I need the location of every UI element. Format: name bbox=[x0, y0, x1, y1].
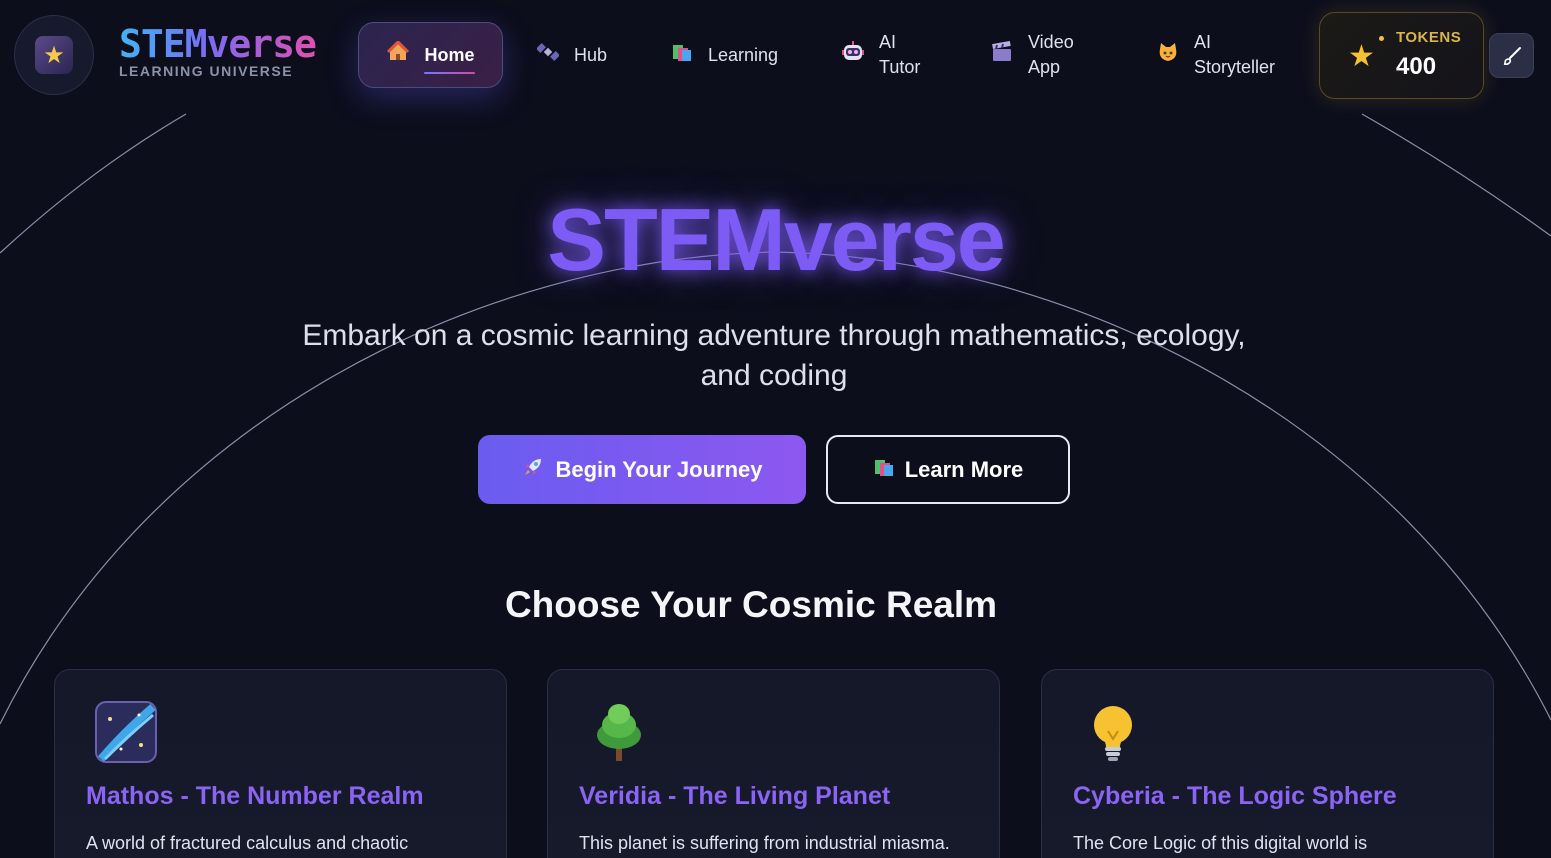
cat-icon bbox=[1156, 41, 1180, 70]
begin-journey-button[interactable]: Begin Your Journey bbox=[478, 435, 806, 504]
realm-card-veridia[interactable]: Veridia - The Living Planet This planet … bbox=[547, 669, 1000, 858]
star-icon: ★ bbox=[1348, 40, 1375, 73]
theme-brush-button[interactable] bbox=[1489, 33, 1534, 78]
begin-journey-label: Begin Your Journey bbox=[555, 456, 763, 482]
nav-item-label: Hub bbox=[574, 44, 608, 65]
tokens-display[interactable]: ★ TOKENS 400 bbox=[1319, 12, 1484, 99]
realms-heading: Choose Your Cosmic Realm bbox=[504, 584, 998, 625]
nav-item-hub[interactable]: Hub bbox=[536, 22, 607, 88]
nav-item-label: Home bbox=[424, 43, 475, 74]
top-navigation: ★ STEMverse LEARNING UNIVERSE Home Hub L… bbox=[0, 0, 1551, 112]
realm-card-mathos[interactable]: Mathos - The Number Realm A world of fra… bbox=[54, 669, 507, 858]
nav-item-home[interactable]: Home bbox=[358, 22, 503, 88]
tokens-value: 400 bbox=[1396, 53, 1437, 80]
clapperboard-icon bbox=[990, 40, 1014, 70]
books-icon bbox=[873, 456, 895, 484]
card-title: Cyberia - The Logic Sphere bbox=[1073, 782, 1397, 810]
nav-item-learning[interactable]: Learning bbox=[670, 22, 778, 88]
brand-title: STEMverse bbox=[119, 22, 317, 66]
rocket-icon bbox=[521, 455, 545, 485]
nav-item-label: AI Tutor bbox=[879, 32, 921, 77]
nav-item-ai-tutor[interactable]: AI Tutor bbox=[841, 22, 920, 88]
nav-item-label: Learning bbox=[708, 44, 779, 65]
paintbrush-icon bbox=[1503, 46, 1521, 65]
card-description: The Core Logic of this digital world is bbox=[1073, 833, 1368, 853]
realm-card-cyberia[interactable]: Cyberia - The Logic Sphere The Core Logi… bbox=[1041, 669, 1494, 858]
shooting-star-icon: ★ bbox=[35, 36, 73, 74]
learn-more-label: Learn More bbox=[904, 456, 1024, 482]
card-title: Mathos - The Number Realm bbox=[86, 782, 424, 810]
books-icon bbox=[670, 41, 694, 70]
galaxy-icon bbox=[95, 701, 157, 765]
brand-subtitle: LEARNING UNIVERSE bbox=[119, 63, 294, 79]
card-description: This planet is suffering from industrial… bbox=[579, 833, 950, 853]
nav-item-ai-storyteller[interactable]: AI Storyteller bbox=[1156, 22, 1275, 88]
brand: STEMverse LEARNING UNIVERSE bbox=[119, 22, 317, 79]
nav-item-label: Video App bbox=[1028, 32, 1074, 77]
nav-item-label: AI Storyteller bbox=[1194, 32, 1276, 77]
card-description: A world of fractured calculus and chaoti… bbox=[86, 833, 409, 853]
tokens-label: TOKENS bbox=[1396, 29, 1462, 46]
tree-icon bbox=[588, 701, 650, 765]
hero-subtitle: Embark on a cosmic learning adventure th… bbox=[302, 319, 1246, 392]
robot-icon bbox=[841, 40, 865, 71]
house-icon bbox=[386, 39, 410, 70]
card-title: Veridia - The Living Planet bbox=[579, 782, 891, 810]
learn-more-button[interactable]: Learn More bbox=[826, 435, 1070, 504]
logo-button[interactable]: ★ bbox=[14, 15, 94, 95]
lightbulb-icon bbox=[1082, 701, 1144, 765]
satellite-icon bbox=[536, 41, 560, 70]
nav-item-video-app[interactable]: Video App bbox=[990, 22, 1074, 88]
hero-title: STEMverse bbox=[547, 190, 1005, 289]
status-dot bbox=[1379, 36, 1384, 41]
